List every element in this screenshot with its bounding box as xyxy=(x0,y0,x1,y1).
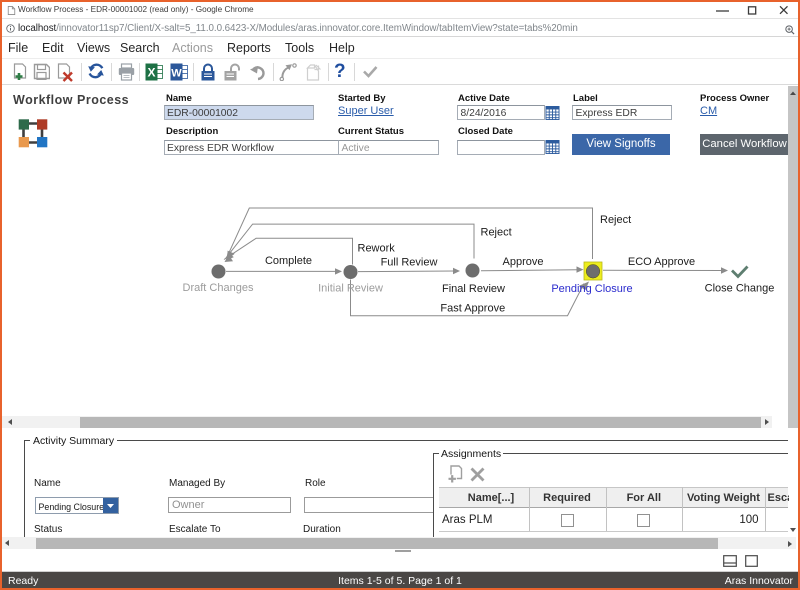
svg-text:Close Change: Close Change xyxy=(705,283,775,295)
svg-text:Fast Approve: Fast Approve xyxy=(440,303,505,315)
svg-text:Rework: Rework xyxy=(358,243,396,255)
svg-text:Initial Review: Initial Review xyxy=(318,283,383,295)
svg-text:ECO Approve: ECO Approve xyxy=(628,256,695,268)
svg-text:Full Review: Full Review xyxy=(381,257,438,269)
svg-text:Reject: Reject xyxy=(600,214,631,226)
svg-text:Reject: Reject xyxy=(481,227,512,239)
svg-text:Pending Closure: Pending Closure xyxy=(551,283,632,295)
svg-text:Draft Changes: Draft Changes xyxy=(183,282,254,294)
svg-text:Complete: Complete xyxy=(265,255,312,267)
svg-text:Approve: Approve xyxy=(503,256,544,268)
svg-text:X: X xyxy=(147,66,155,80)
svg-text:Final Review: Final Review xyxy=(442,283,505,295)
svg-text:W: W xyxy=(171,68,182,80)
